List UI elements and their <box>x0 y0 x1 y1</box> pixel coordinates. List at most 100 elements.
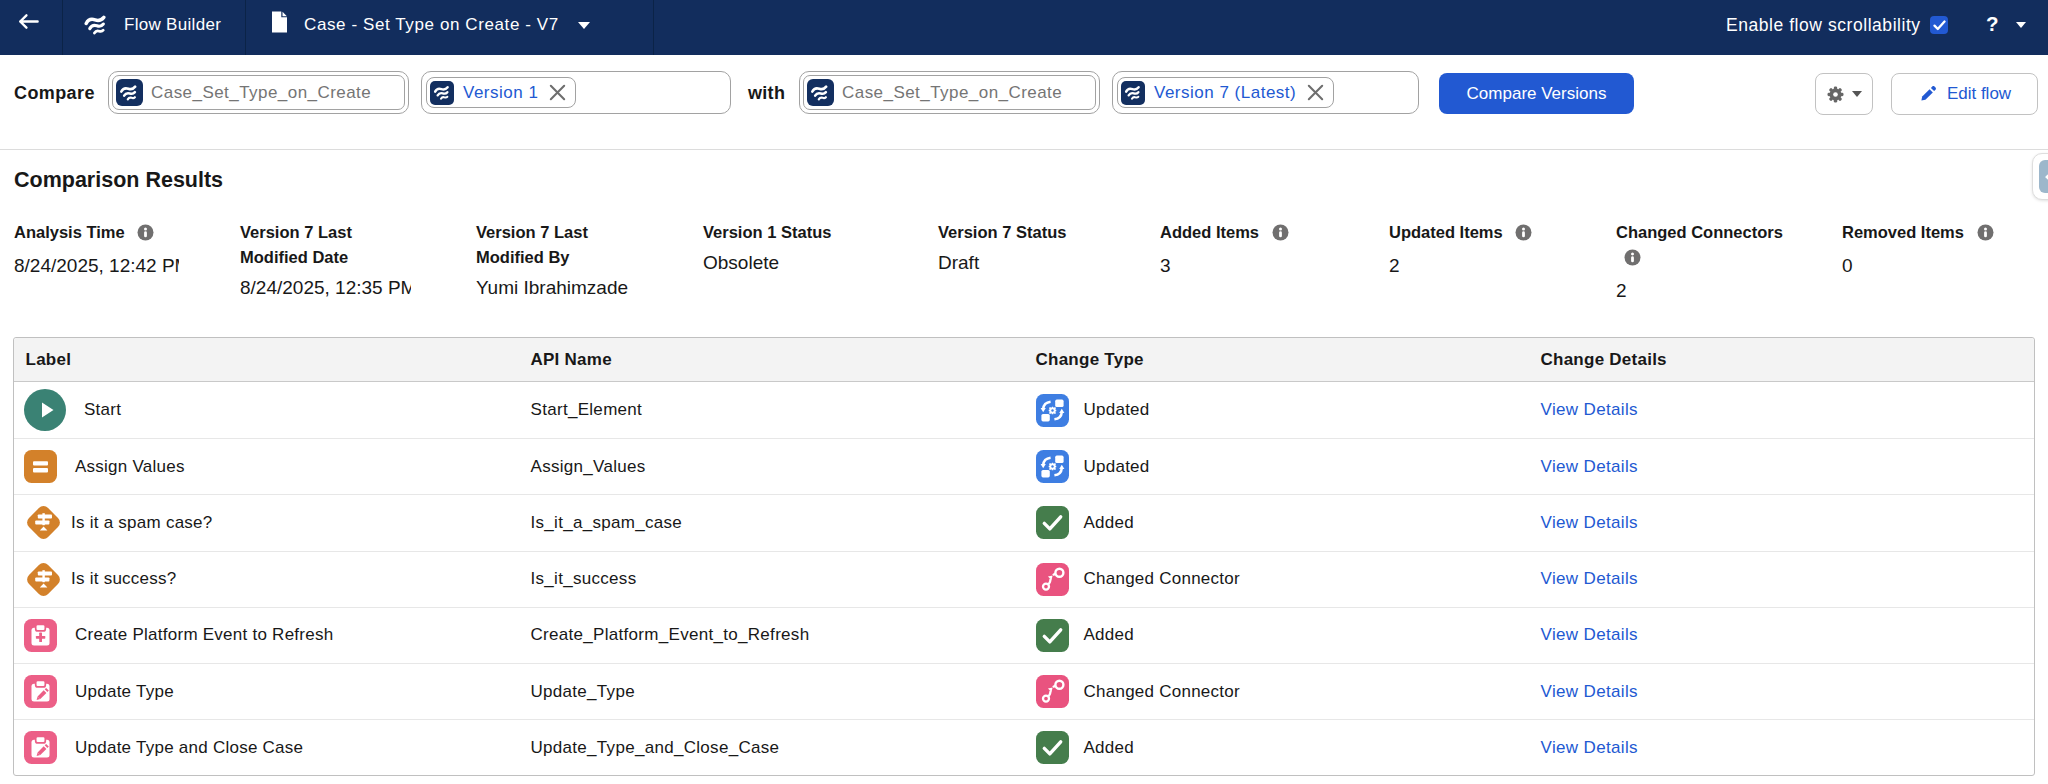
column-header-api-name: API Name <box>519 338 1024 381</box>
scrollability-checkbox[interactable] <box>1930 16 1948 34</box>
change-type-cell: Added <box>1024 731 1529 764</box>
remove-version-b-button[interactable] <box>1307 84 1324 101</box>
updated-change-icon <box>1036 450 1069 483</box>
edit-flow-button[interactable]: Edit flow <box>1891 73 2038 115</box>
stat-value: 2 <box>1616 280 1842 302</box>
label-cell: Start <box>14 389 519 431</box>
view-details-link[interactable]: View Details <box>1541 569 1638 588</box>
change-details-cell: View Details <box>1529 457 2034 477</box>
gear-caret-icon <box>1852 91 1862 97</box>
table-row: Assign ValuesAssign_ValuesUpdatedView De… <box>14 438 2034 494</box>
stat-label: Version 7 Status <box>938 220 1133 245</box>
flow-icon <box>430 81 454 105</box>
label-cell: Update Type <box>14 675 519 708</box>
api-name-cell: Start_Element <box>519 400 1024 420</box>
close-icon <box>549 84 566 101</box>
api-name-cell: Is_it_success <box>519 569 1024 589</box>
view-details-link[interactable]: View Details <box>1541 625 1638 644</box>
table-row: Is it a spam case?Is_it_a_spam_case Added… <box>14 494 2034 550</box>
version-b-input[interactable]: Version 7 (Latest) <box>1112 71 1419 114</box>
stat-value: Obsolete <box>703 252 938 274</box>
view-details-link[interactable]: View Details <box>1541 738 1638 757</box>
edit-flow-label: Edit flow <box>1947 84 2011 104</box>
stat-value: 3 <box>1160 255 1389 277</box>
view-details-link[interactable]: View Details <box>1541 457 1638 476</box>
stat-value: 8/24/2025, 12:35 PM <box>240 277 411 299</box>
change-type-cell: Added <box>1024 506 1529 539</box>
table-row: Start Start_Element Updated View Details <box>14 382 2034 438</box>
decision-icon <box>24 560 63 599</box>
change-type-label: Added <box>1084 625 1134 645</box>
change-type-cell: Changed Connector <box>1024 675 1529 708</box>
top-bar: Flow Builder Case - Set Type on Create -… <box>0 0 2048 55</box>
stat-removed-items: Removed Items 0 <box>1842 220 2048 302</box>
info-icon[interactable] <box>1272 223 1289 248</box>
stat-value: Draft <box>938 252 1160 274</box>
api-name-cell: Update_Type_and_Close_Case <box>519 738 1024 758</box>
change-type-label: Updated <box>1084 400 1150 420</box>
stat-label: Version 7 Last Modified Date <box>240 220 375 270</box>
flow-icon <box>807 79 834 106</box>
change-details-cell: View Details <box>1529 569 2034 589</box>
version-a-pill[interactable]: Version 1 <box>426 77 576 108</box>
flow-a-combobox[interactable]: Case_Set_Type_on_Create <box>108 71 409 114</box>
updated-change-icon <box>1036 394 1069 427</box>
view-details-link[interactable]: View Details <box>1541 682 1638 701</box>
stat-version-7-status: Version 7 Status Draft <box>938 220 1160 302</box>
stat-value: 2 <box>1389 255 1616 277</box>
results-title: Comparison Results <box>14 168 223 193</box>
table-row: Update Type and Close Case Update_Type_an… <box>14 719 2034 775</box>
stat-value: 8/24/2025, 12:42 PM <box>14 255 179 277</box>
api-name-cell: Is_it_a_spam_case <box>519 513 1024 533</box>
change-type-cell: Changed Connector <box>1024 563 1529 596</box>
info-icon[interactable] <box>1977 223 1994 248</box>
table-row: Create Platform Event to Refresh Create_P… <box>14 607 2034 663</box>
check-icon <box>1933 20 1946 31</box>
view-details-link[interactable]: View Details <box>1541 513 1638 532</box>
view-details-link[interactable]: View Details <box>1541 400 1638 419</box>
stat-label: Version 1 Status <box>703 220 898 245</box>
divider <box>245 0 246 55</box>
change-type-label: Changed Connector <box>1084 569 1240 589</box>
compare-toolbar: Compare Case_Set_Type_on_Create <box>0 50 2048 150</box>
info-icon[interactable] <box>137 223 154 248</box>
help-button[interactable]: ? <box>1986 0 1999 50</box>
combobox-inner: Case_Set_Type_on_Create <box>803 75 1096 110</box>
flow-title[interactable]: Case - Set Type on Create - V7 <box>304 0 559 50</box>
change-type-label: Added <box>1084 513 1134 533</box>
change-details-cell: View Details <box>1529 625 2034 645</box>
help-caret-icon[interactable] <box>2016 22 2026 28</box>
flow-compare-page: Flow Builder Case - Set Type on Create -… <box>0 0 2048 784</box>
label-cell: Assign Values <box>14 450 519 483</box>
change-details-cell: View Details <box>1529 400 2034 420</box>
connector-change-icon <box>1036 563 1069 596</box>
close-icon <box>1307 84 1324 101</box>
info-icon[interactable] <box>1515 223 1532 248</box>
flow-builder-logo-icon <box>84 12 109 41</box>
api-name-cell: Create_Platform_Event_to_Refresh <box>519 625 1024 645</box>
info-icon[interactable] <box>1624 248 1641 273</box>
added-change-icon <box>1036 506 1069 539</box>
panel-toggle-button[interactable] <box>2032 153 2048 200</box>
settings-menu-button[interactable] <box>1815 73 1873 115</box>
change-type-cell: Updated <box>1024 450 1529 483</box>
element-label: Update Type <box>75 682 174 702</box>
element-label: Create Platform Event to Refresh <box>75 625 333 645</box>
flow-title-caret-icon[interactable] <box>578 22 590 29</box>
record-update-icon <box>24 731 57 764</box>
element-label: Update Type and Close Case <box>75 738 303 758</box>
remove-version-a-button[interactable] <box>549 84 566 101</box>
stat-label: Updated Items <box>1389 220 1584 248</box>
element-label: Start <box>84 400 121 420</box>
version-b-pill[interactable]: Version 7 (Latest) <box>1117 77 1334 108</box>
compare-versions-button[interactable]: Compare Versions <box>1439 73 1634 114</box>
stat-label: Added Items <box>1160 220 1355 248</box>
stat-changed-connectors: Changed Connectors 2 <box>1616 220 1842 302</box>
label-cell: Is it a spam case? <box>14 503 519 542</box>
app-name-label[interactable]: Flow Builder <box>124 0 221 50</box>
version-a-input[interactable]: Version 1 <box>421 71 731 114</box>
change-details-cell: View Details <box>1529 682 2034 702</box>
flow-b-combobox[interactable]: Case_Set_Type_on_Create <box>799 71 1100 114</box>
back-button[interactable] <box>17 13 39 30</box>
record-update-icon <box>24 675 57 708</box>
